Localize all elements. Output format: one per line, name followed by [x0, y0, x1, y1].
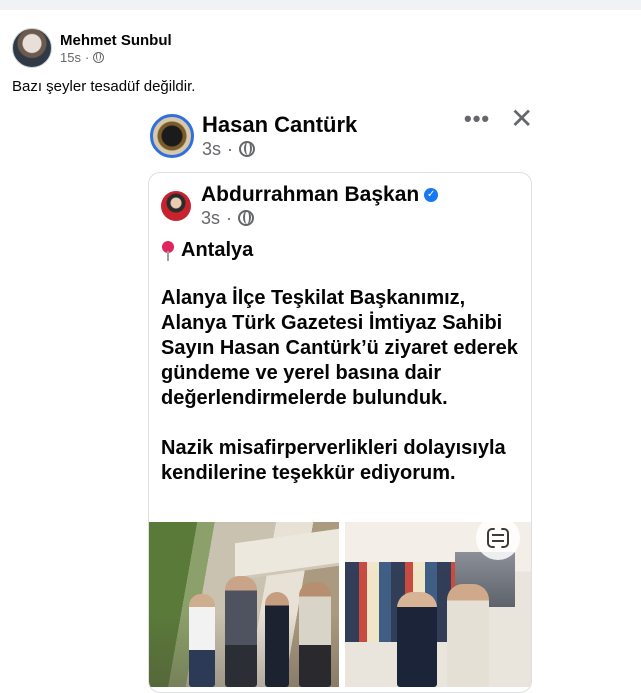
meta-separator: ·: [227, 139, 234, 159]
globe-icon: [238, 210, 255, 226]
awning: [235, 528, 339, 578]
shared-timestamp: 3s: [202, 139, 222, 159]
photo-street-meeting: [149, 522, 339, 687]
shared-meta: 3s ·: [202, 138, 357, 160]
inner-timestamp: 3s: [201, 208, 221, 228]
body-paragraph: Nazik misafirperverlikleri dolayısıyla k…: [161, 437, 506, 484]
post-timestamp[interactable]: 15s: [60, 50, 81, 66]
shared-screenshot-image[interactable]: Hasan Cantürk 3s · ••• ✕ Abdurrahman Baş…: [146, 106, 532, 693]
inner-meta: 3s ·: [201, 207, 438, 229]
author-avatar[interactable]: [12, 28, 52, 68]
inner-author-avatar: [161, 191, 191, 221]
feed-background: [0, 0, 641, 10]
shared-author-name: Hasan Cantürk: [202, 112, 358, 137]
verified-badge-icon: ✓: [424, 188, 439, 202]
inner-header: Abdurrahman Başkan ✓ 3s ·: [161, 183, 439, 229]
author-block: Mehmet Sunbul 15s ·: [60, 31, 172, 66]
person-figure: [189, 594, 215, 687]
person-figure: [299, 582, 331, 687]
inner-body-text: Alanya İlçe Teşkilat Başkanımız, Alanya …: [161, 286, 523, 511]
more-options-icon: •••: [464, 106, 491, 131]
inner-name-row: Abdurrahman Başkan ✓: [201, 183, 439, 207]
globe-icon[interactable]: [93, 52, 105, 63]
person-figure: [225, 576, 257, 687]
inner-shared-post: Abdurrahman Başkan ✓ 3s · Antalya Alanya…: [148, 172, 532, 693]
meta-separator: ·: [226, 208, 233, 228]
location-row: Antalya: [161, 239, 253, 262]
post-header: Mehmet Sunbul 15s ·: [12, 26, 172, 70]
text-scan-icon: [487, 528, 509, 548]
pin-icon: [161, 240, 175, 261]
inner-author-name: Abdurrahman Başkan: [201, 183, 420, 206]
author-name[interactable]: Mehmet Sunbul: [60, 31, 172, 50]
shared-author-avatar: [150, 114, 194, 158]
post-meta: 15s ·: [60, 50, 172, 66]
inner-author-block: Abdurrahman Başkan ✓ 3s ·: [201, 183, 439, 229]
shared-header: Hasan Cantürk 3s ·: [150, 112, 357, 160]
body-paragraph: Alanya İlçe Teşkilat Başkanımız, Alanya …: [161, 287, 518, 409]
person-figure: [397, 592, 437, 687]
person-figure: [447, 584, 489, 687]
feed-post: Mehmet Sunbul 15s · Bazı şeyler tesadüf …: [0, 10, 641, 693]
post-text: Bazı şeyler tesadüf değildir.: [12, 78, 196, 95]
text-scan-button[interactable]: [476, 516, 520, 560]
shared-author-block: Hasan Cantürk 3s ·: [202, 112, 357, 160]
person-figure: [265, 592, 289, 687]
close-icon: ✕: [510, 106, 532, 134]
meta-separator: ·: [84, 49, 90, 65]
globe-icon: [239, 141, 256, 157]
location-label: Antalya: [181, 239, 254, 261]
